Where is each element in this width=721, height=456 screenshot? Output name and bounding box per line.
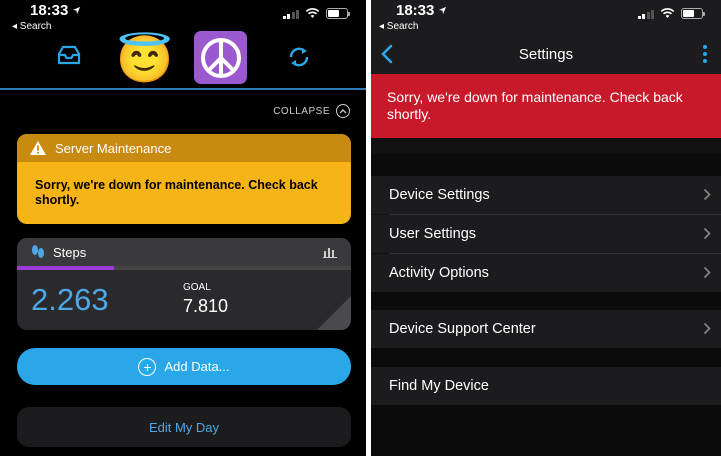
avatar-emoji[interactable]: 😇 [116,32,173,86]
left-screen: 18:33 ◂ Search 😇 COLLAPSE Server Mainten… [0,0,366,456]
more-options-icon[interactable] [703,45,707,63]
goal-corner-indicator [317,296,351,330]
status-time: 18:33 [30,2,69,19]
edit-my-day-button[interactable]: Edit My Day [17,407,351,447]
chevron-right-icon [703,266,711,279]
location-arrow-icon [438,6,447,15]
right-screen: 18:33 ◂ Search Settings Sorry, we're dow… [371,0,721,456]
maintenance-card-message: Sorry, we're down for maintenance. Check… [35,178,318,207]
battery-icon [326,8,350,19]
chevron-right-icon [703,322,711,335]
location-arrow-icon [72,6,81,15]
plus-circle-icon: + [138,357,157,376]
system-icons [637,8,705,19]
maintenance-banner: Sorry, we're down for maintenance. Check… [371,74,721,138]
steps-card-header: Steps [17,238,351,266]
settings-item-label: Activity Options [389,265,489,281]
wifi-icon [305,8,320,18]
sync-icon[interactable] [287,45,311,69]
peace-icon[interactable] [194,31,247,84]
warning-icon [30,141,46,155]
settings-item-label: User Settings [389,226,477,242]
footprints-icon [32,245,44,258]
settings-item-device-settings[interactable]: Device Settings [371,176,721,214]
maintenance-card: Server Maintenance Sorry, we're down for… [17,134,351,224]
system-icons [282,8,350,19]
section-gap [371,292,721,310]
page-title: Settings [518,46,574,63]
settings-item-label: Device Support Center [389,321,536,337]
bar-chart-icon[interactable] [323,246,337,258]
back-to-search-link[interactable]: ◂ Search [12,21,51,32]
collapse-label: COLLAPSE [273,105,330,117]
steps-progress-bar [17,266,351,270]
section-gap [371,348,721,367]
status-bar: 18:33 ◂ Search [0,0,366,34]
settings-item-activity-options[interactable]: Activity Options [371,254,721,292]
chevron-right-icon [703,188,711,201]
status-time: 18:33 [396,2,435,19]
goal-value: 7.810 [183,296,229,316]
chevron-right-icon [703,227,711,240]
settings-item-device-support-center[interactable]: Device Support Center [371,310,721,348]
section-gap [371,405,721,456]
steps-card[interactable]: Steps 2.263 GOAL 7.810 [17,238,351,330]
section-gap [371,154,721,176]
navigation-bar: Settings [371,34,721,74]
goal-label: GOAL [183,282,211,293]
settings-item-user-settings[interactable]: User Settings [371,215,721,253]
steps-progress-fill [17,266,114,270]
chevron-up-icon [336,104,350,118]
collapse-toggle[interactable]: COLLAPSE [273,104,350,118]
header-divider [0,88,366,90]
add-data-button[interactable]: + Add Data... [17,348,351,385]
signal-icon [282,9,299,19]
settings-item-find-my-device[interactable]: Find My Device [371,367,721,405]
steps-card-title: Steps [53,244,87,260]
status-bar: 18:33 ◂ Search [371,0,721,34]
obscured-row [371,138,721,154]
maintenance-card-title: Server Maintenance [55,140,172,156]
maintenance-card-header: Server Maintenance [17,134,351,162]
signal-icon [637,9,654,19]
battery-icon [681,8,705,19]
settings-item-label: Find My Device [389,378,489,394]
add-data-label: Add Data... [164,359,230,374]
steps-value: 2.263 [31,282,109,317]
wifi-icon [660,8,675,18]
top-navigation: 😇 [0,31,366,88]
settings-item-label: Device Settings [389,187,490,203]
back-to-search-link[interactable]: ◂ Search [379,21,418,32]
inbox-icon[interactable] [57,45,81,65]
